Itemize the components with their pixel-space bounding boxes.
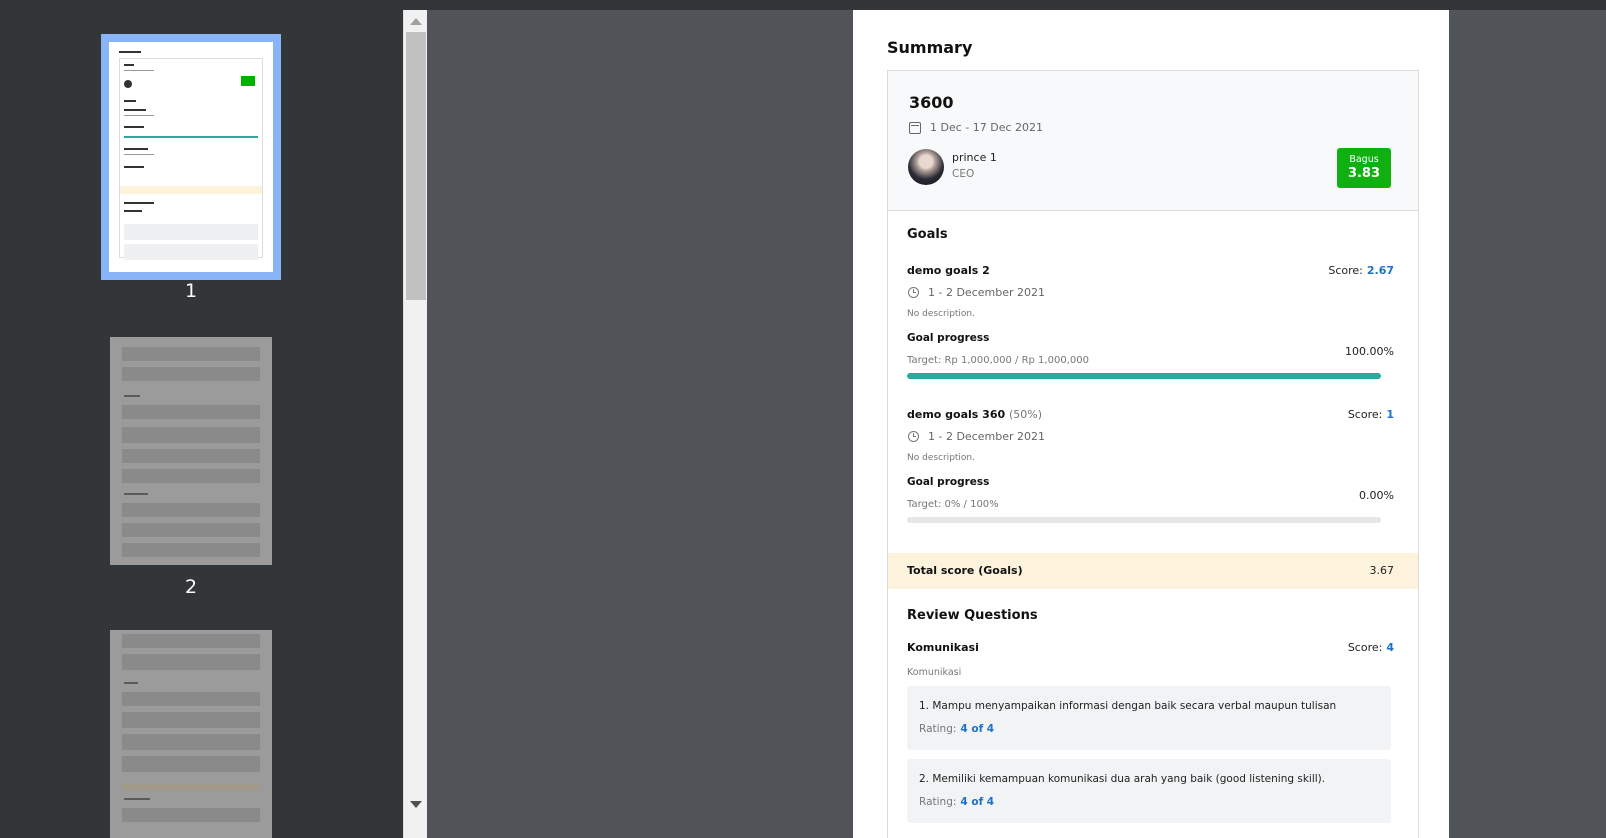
goal-date: 1 - 2 December 2021 <box>928 430 1045 443</box>
question-rating: Rating: 4 of 4 <box>919 723 994 735</box>
thumbnail-page-number: 2 <box>184 576 198 598</box>
score-label: Score: <box>1347 641 1383 654</box>
thumbnail-page-1-image <box>109 42 273 272</box>
question-rating: Rating: 4 of 4 <box>919 796 994 808</box>
viewer-top-bar <box>0 0 1606 10</box>
total-score-value: 3.67 <box>1369 564 1395 577</box>
score-value: 2.67 <box>1366 264 1394 277</box>
badge-value: 3.83 <box>1347 166 1381 181</box>
review-question: 1. Mampu menyampaikan informasi dengan b… <box>907 686 1391 750</box>
rating-label: Rating: <box>919 796 957 808</box>
goal-target: Target: Rp 1,000,000 / Rp 1,000,000 <box>907 355 1089 366</box>
scroll-down-arrow-icon[interactable] <box>410 801 422 808</box>
review-category-score: Score: 4 <box>1348 641 1394 654</box>
sidebar-scrollbar[interactable] <box>403 10 427 838</box>
employee-header: 3600 1 Dec - 17 Dec 2021 prince 1 CEO Ba… <box>888 71 1418 211</box>
goal-title: demo goals 2 <box>907 264 990 277</box>
score-value: 4 <box>1386 641 1394 654</box>
clock-icon <box>908 431 919 442</box>
goal-date: 1 - 2 December 2021 <box>928 286 1045 299</box>
score-label: Score: <box>1328 264 1363 277</box>
goals-section-title: Goals <box>907 227 948 242</box>
thumbnail-page-2[interactable] <box>110 337 272 565</box>
goal-progress-label: Goal progress <box>907 332 990 344</box>
employee-role: CEO <box>952 168 975 180</box>
question-text: 1. Mampu menyampaikan informasi dengan b… <box>919 700 1337 712</box>
total-score-label: Total score (Goals) <box>907 564 1023 577</box>
employee-id: 3600 <box>909 93 954 112</box>
goals-total-row: Total score (Goals) 3.67 <box>888 553 1418 589</box>
goal-progress-fill <box>907 373 1381 379</box>
badge-label: Bagus <box>1349 154 1379 165</box>
summary-card: 3600 1 Dec - 17 Dec 2021 prince 1 CEO Ba… <box>887 70 1419 838</box>
score-label: Score: <box>1347 408 1383 421</box>
review-question: 2. Memiliki kemampuan komunikasi dua ara… <box>907 759 1391 823</box>
goal-weight: (50%) <box>1009 408 1043 421</box>
goal-name: demo goals 2 <box>907 264 990 277</box>
goal-progress-label: Goal progress <box>907 476 990 488</box>
goal-progress-percent: 100.00% <box>1345 345 1394 358</box>
rating-label: Rating: <box>919 723 957 735</box>
document-page: Summary 3600 1 Dec - 17 Dec 2021 prince … <box>853 10 1449 838</box>
calendar-icon <box>909 122 921 134</box>
scroll-up-arrow-icon[interactable] <box>410 18 422 25</box>
review-section-title: Review Questions <box>907 608 1038 623</box>
review-category-description: Komunikasi <box>907 667 962 678</box>
page-title: Summary <box>887 38 973 57</box>
question-text: 2. Memiliki kemampuan komunikasi dua ara… <box>919 773 1326 785</box>
overall-score-badge: Bagus 3.83 <box>1337 148 1391 188</box>
score-value: 1 <box>1386 408 1394 421</box>
goal-description: No description. <box>907 453 976 463</box>
goal-progress-bar <box>907 373 1381 379</box>
goal-name: demo goals 360 (50%) <box>907 408 1042 421</box>
goal-progress-bar <box>907 517 1381 523</box>
goal-score: Score: 1 <box>1348 408 1394 421</box>
goal-score: Score: 2.67 <box>1328 264 1394 277</box>
clock-icon <box>908 287 919 298</box>
thumbnail-page-1[interactable] <box>101 34 281 280</box>
goal-title: demo goals 360 <box>907 408 1006 421</box>
goal-target: Target: 0% / 100% <box>907 499 999 510</box>
review-date-range: 1 Dec - 17 Dec 2021 <box>930 121 1044 134</box>
goal-progress-percent: 0.00% <box>1359 489 1394 502</box>
goal-description: No description. <box>907 309 976 319</box>
employee-name: prince 1 <box>952 151 997 164</box>
scrollbar-thumb[interactable] <box>406 32 426 300</box>
rating-value: 4 of 4 <box>960 796 995 808</box>
thumbnail-page-3[interactable] <box>110 630 272 838</box>
rating-value: 4 of 4 <box>960 723 995 735</box>
thumbnail-page-number: 1 <box>184 280 198 302</box>
thumbnail-sidebar: 1 2 <box>0 10 403 838</box>
review-category-name: Komunikasi <box>907 641 979 654</box>
avatar <box>908 149 944 185</box>
